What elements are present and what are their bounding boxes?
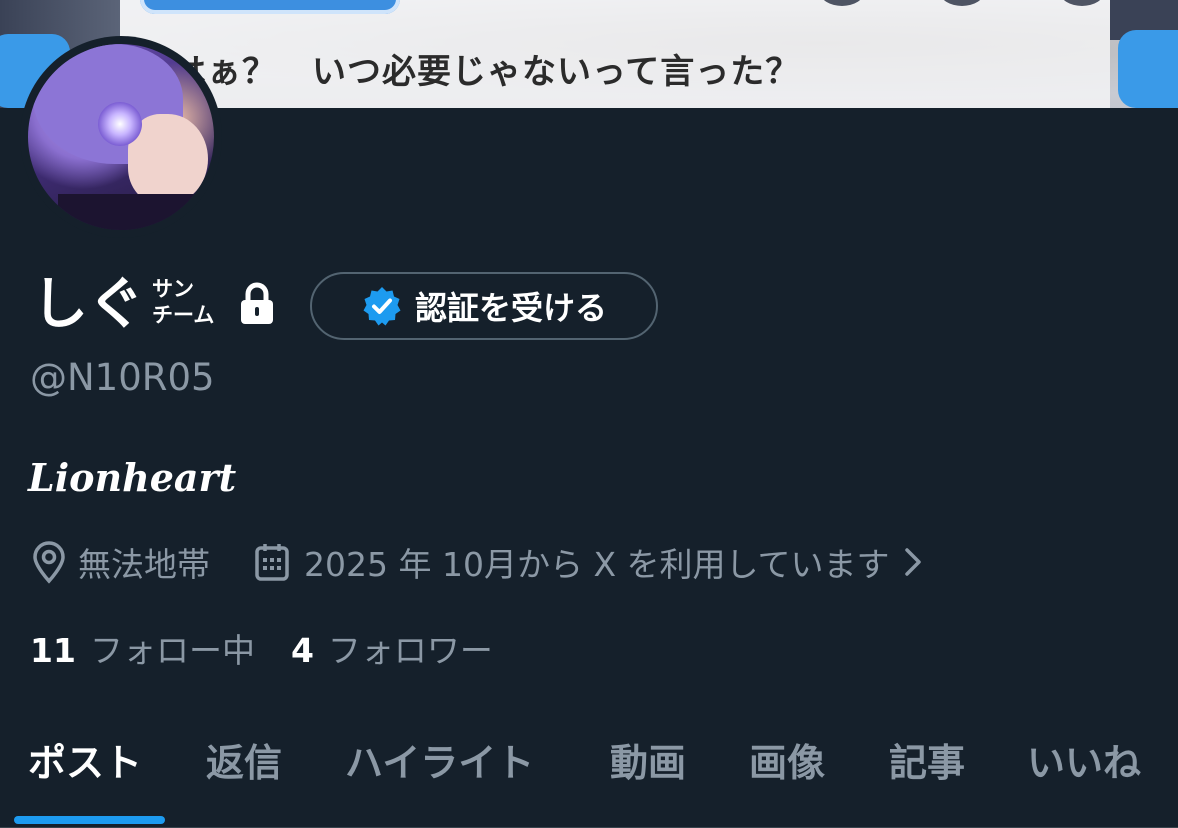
display-name-ruby: サン チーム bbox=[152, 276, 214, 328]
following-count: 11 bbox=[30, 631, 76, 670]
banner-decoration bbox=[1118, 30, 1178, 108]
profile-meta: 無法地帯 2025 年 10月から X を利用しています bbox=[30, 538, 926, 586]
username-handle: @N10R05 bbox=[30, 356, 215, 399]
active-tab-indicator bbox=[14, 816, 165, 824]
following-label: フォロー中 bbox=[89, 631, 255, 670]
tab-images[interactable]: 画像 bbox=[749, 732, 825, 787]
joined-date-text[interactable]: 2025 年 10月から X を利用しています bbox=[304, 538, 890, 586]
tab-posts[interactable]: ポスト bbox=[28, 732, 142, 787]
lock-icon bbox=[241, 282, 273, 324]
following-link[interactable]: 11 フォロー中 bbox=[30, 624, 255, 672]
get-verified-label: 認証を受ける bbox=[414, 289, 607, 327]
location-pin-icon bbox=[33, 541, 65, 584]
tab-articles[interactable]: 記事 bbox=[889, 732, 965, 787]
tab-likes[interactable]: いいね bbox=[1027, 732, 1141, 787]
tab-replies[interactable]: 返信 bbox=[206, 732, 282, 787]
follow-stats: 11 フォロー中 4 フォロワー bbox=[30, 624, 493, 672]
display-name-ruby-top: サン bbox=[152, 277, 194, 301]
banner-caption: はぁ？ いつ必要じゃないって言った？ bbox=[172, 52, 801, 92]
banner-decoration bbox=[140, 0, 400, 14]
verified-badge-icon bbox=[363, 287, 401, 326]
followers-count: 4 bbox=[290, 631, 314, 670]
location-text: 無法地帯 bbox=[78, 545, 210, 584]
followers-link[interactable]: 4 フォロワー bbox=[291, 624, 493, 672]
profile-bio: Lionheart bbox=[28, 455, 237, 500]
tab-videos[interactable]: 動画 bbox=[610, 732, 686, 787]
followers-label: フォロワー bbox=[327, 631, 493, 670]
get-verified-button[interactable]: 認証を受ける bbox=[310, 272, 658, 340]
avatar-art bbox=[98, 102, 142, 146]
avatar[interactable] bbox=[28, 44, 214, 230]
avatar-art bbox=[58, 194, 208, 230]
profile-tabs: ポスト 返信 ハイライト 動画 画像 記事 いいね bbox=[0, 722, 1178, 828]
display-name: しぐ bbox=[32, 272, 144, 337]
chevron-right-icon[interactable] bbox=[900, 542, 926, 582]
calendar-icon bbox=[255, 544, 289, 581]
tab-highlights[interactable]: ハイライト bbox=[345, 732, 534, 787]
display-name-ruby-bottom: チーム bbox=[152, 303, 215, 327]
